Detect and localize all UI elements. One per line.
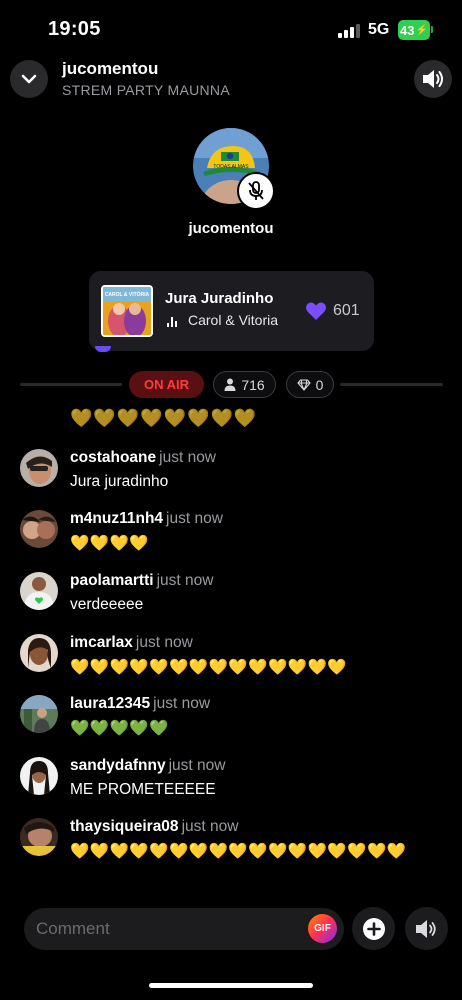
comment-item[interactable]: thaysiqueira08 just now 💛💛💛💛💛💛💛💛💛💛💛💛💛💛💛💛💛	[20, 818, 450, 884]
room-host-title: jucomentou	[62, 59, 159, 78]
divider-left	[20, 383, 122, 386]
comment-item[interactable]: costahoane just now Jura juradinho	[20, 449, 450, 493]
chevron-down-icon	[21, 74, 37, 84]
song-likes-count: 601	[333, 302, 360, 319]
avatar[interactable]	[20, 634, 58, 672]
now-playing-card[interactable]: CAROL & VITÓRIA Jura Juradinho Carol & V…	[89, 271, 374, 351]
comment-username[interactable]: imcarlax just now	[70, 634, 193, 652]
comment-text: 💛💛💛💛	[70, 534, 150, 552]
battery-cap	[431, 26, 433, 33]
status-bar: 19:05 5G 43 ⚡	[0, 0, 462, 60]
comment-text: verdeeeee	[70, 596, 144, 613]
comment-time: just now	[159, 449, 217, 466]
comment-username[interactable]: laura12345 just now	[70, 695, 210, 713]
listeners-count: 716	[241, 376, 265, 393]
battery-level: 43	[400, 22, 415, 38]
room-name: STREM PARTY MAUNNA	[62, 82, 230, 98]
comment-time: just now	[135, 634, 193, 651]
comment-time: just now	[181, 818, 239, 835]
comment-text: 💚💚💚💚💚	[70, 719, 169, 737]
comment-item[interactable]: imcarlax just now 💛💛💛💛💛💛💛💛💛💛💛💛💛💛	[20, 634, 450, 678]
album-text: CAROL & VITÓRIA	[105, 290, 150, 298]
equalizer-icon	[167, 317, 179, 327]
album-art: CAROL & VITÓRIA	[101, 285, 153, 337]
home-indicator[interactable]	[149, 983, 313, 988]
comment-text: ME PROMETEEEEE	[70, 781, 216, 798]
comment-time: just now	[153, 695, 211, 712]
comment-text: Jura juradinho	[70, 473, 169, 490]
avatar[interactable]	[20, 695, 58, 733]
comment-item[interactable]: sandydafnny just now ME PROMETEEEEE	[20, 757, 450, 801]
add-button[interactable]	[352, 907, 395, 950]
avatar[interactable]	[20, 757, 58, 795]
gems-count: 0	[315, 376, 324, 393]
muted-indicator	[237, 172, 275, 210]
comment-item[interactable]: m4nuz11nh4 just now 💛💛💛💛	[20, 510, 450, 554]
collapse-button[interactable]	[10, 60, 48, 98]
plus-circle-icon	[362, 917, 385, 940]
host-hat-text: TODAS ALMAS	[213, 164, 249, 170]
gems-count-pill[interactable]: 0	[286, 371, 334, 398]
volume-button[interactable]	[414, 60, 452, 98]
comment-time: just now	[168, 757, 226, 774]
comment-text: 💛💛💛💛💛💛💛💛💛💛💛💛💛💛	[70, 658, 348, 676]
comment-time: just now	[166, 510, 223, 527]
comment-input[interactable]	[36, 916, 296, 942]
comment-username[interactable]: sandydafnny just now	[70, 757, 225, 775]
speaker-icon	[423, 70, 443, 88]
host-name: jucomentou	[188, 220, 274, 237]
comment-username[interactable]: thaysiqueira08 just now	[70, 818, 238, 836]
microphone-muted-icon	[248, 181, 264, 200]
comment-username[interactable]: m4nuz11nh4 just now	[70, 510, 223, 528]
person-icon	[224, 378, 236, 391]
speaker-request-button[interactable]	[405, 907, 448, 950]
song-title: Jura Juradinho	[165, 290, 274, 307]
comment-item[interactable]: paolamartti just now verdeeeee	[20, 572, 450, 616]
song-artist: Carol & Vitoria	[188, 312, 279, 328]
partial-comment-hearts: 💛💛💛💛💛💛💛💛	[70, 408, 258, 429]
comment-username[interactable]: paolamartti just now	[70, 572, 213, 590]
comment-username[interactable]: costahoane just now	[70, 449, 216, 467]
speaker-icon	[415, 919, 436, 938]
listeners-count-pill[interactable]: 716	[213, 371, 276, 398]
comment-item[interactable]: laura12345 just now 💚💚💚💚💚	[20, 695, 450, 739]
comment-composer: GIF	[24, 908, 344, 950]
room-header: jucomentou STREM PARTY MAUNNA	[0, 56, 462, 104]
song-card-accent	[95, 346, 111, 352]
gif-button[interactable]: GIF	[308, 914, 337, 943]
avatar[interactable]	[20, 572, 58, 610]
gif-label: GIF	[314, 923, 331, 934]
avatar[interactable]	[20, 510, 58, 548]
network-type: 5G	[368, 21, 390, 38]
battery-icon: 43 ⚡	[398, 20, 430, 40]
song-like-button[interactable]: 601	[305, 301, 360, 321]
avatar[interactable]	[20, 449, 58, 487]
diamond-icon	[297, 378, 311, 391]
status-time: 19:05	[48, 18, 101, 40]
comment-time: just now	[156, 572, 214, 589]
cellular-signal-icon	[338, 22, 362, 38]
on-air-badge: ON AIR	[129, 371, 204, 398]
divider-right	[340, 383, 443, 386]
avatar[interactable]	[20, 818, 58, 856]
comment-text: 💛💛💛💛💛💛💛💛💛💛💛💛💛💛💛💛💛	[70, 842, 407, 860]
heart-icon	[306, 302, 326, 320]
